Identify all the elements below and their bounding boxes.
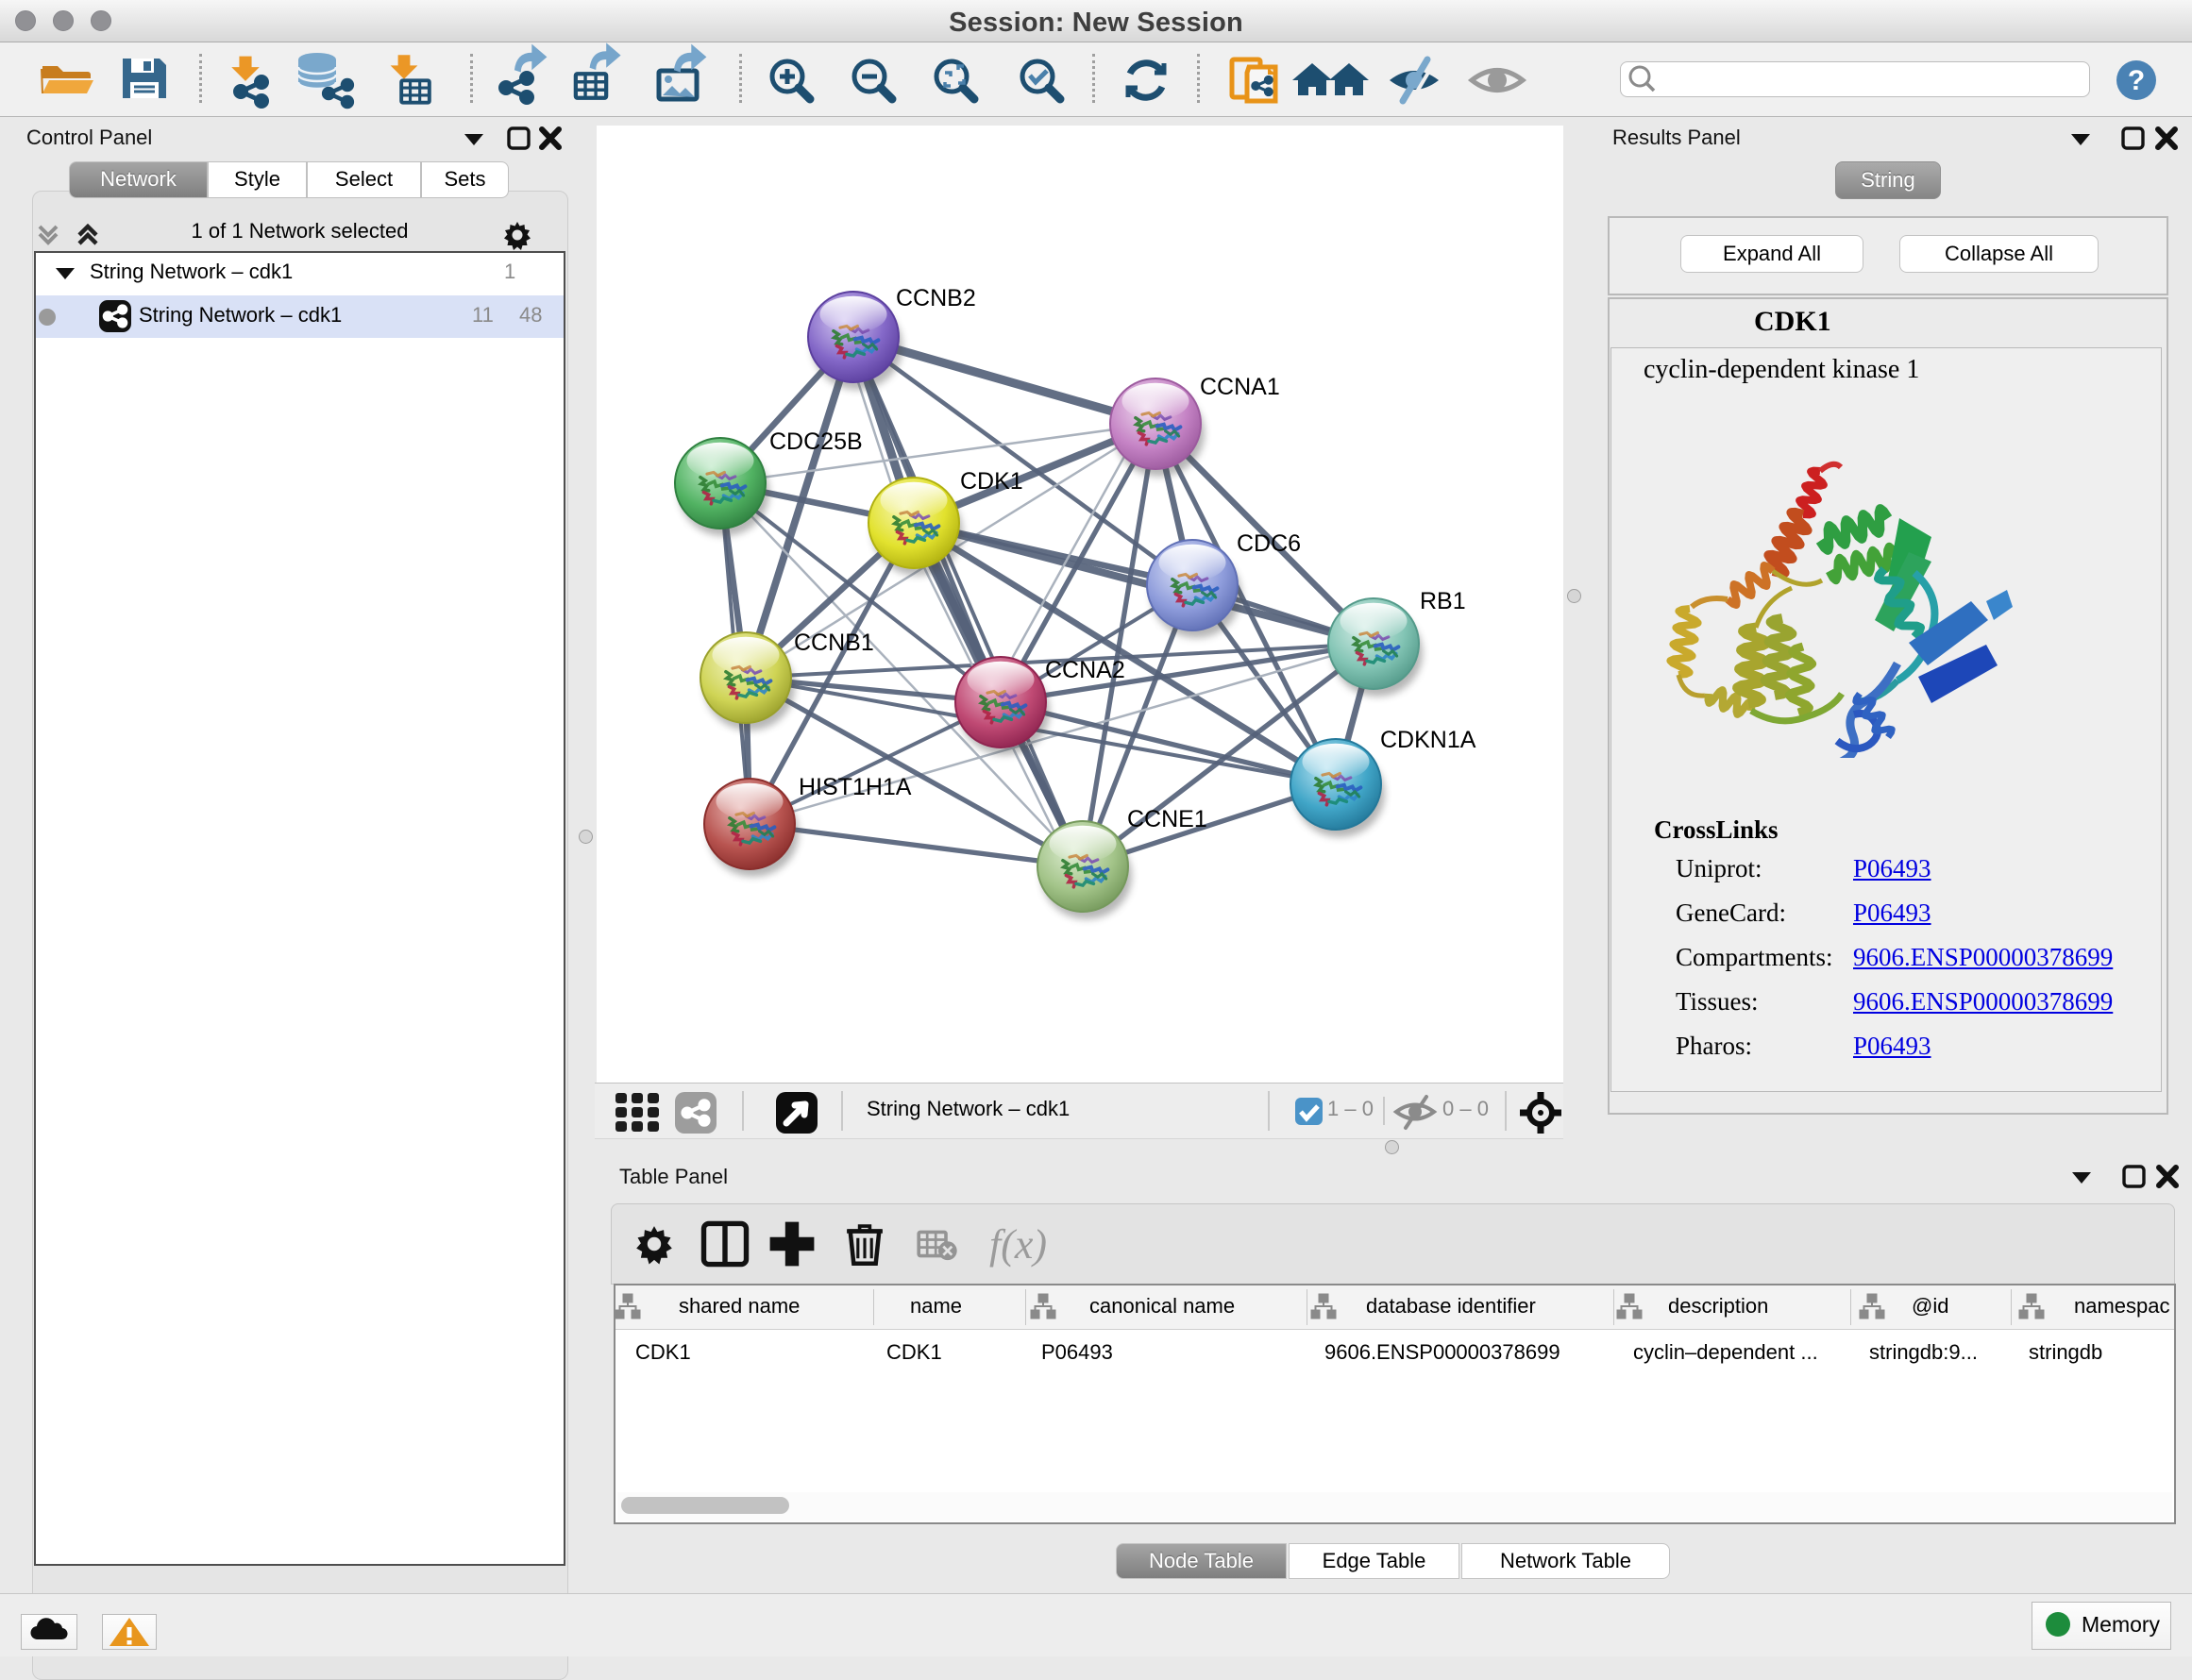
svg-text:CDC25B: CDC25B: [769, 428, 863, 455]
svg-text:RB1: RB1: [1420, 588, 1466, 614]
svg-text:CCNE1: CCNE1: [1127, 806, 1207, 832]
svg-text:HIST1H1A: HIST1H1A: [799, 774, 912, 800]
svg-text:f(x): f(x): [989, 1221, 1047, 1268]
svg-text:CDKN1A: CDKN1A: [1380, 727, 1476, 753]
svg-text:CDK1: CDK1: [960, 468, 1023, 495]
svg-text:CCNB2: CCNB2: [896, 285, 976, 311]
svg-text:CCNB1: CCNB1: [794, 630, 874, 656]
svg-text:CDC6: CDC6: [1237, 530, 1301, 557]
svg-text:?: ?: [2128, 65, 2145, 96]
svg-text:CCNA2: CCNA2: [1045, 657, 1125, 683]
svg-text:CCNA1: CCNA1: [1200, 374, 1280, 400]
